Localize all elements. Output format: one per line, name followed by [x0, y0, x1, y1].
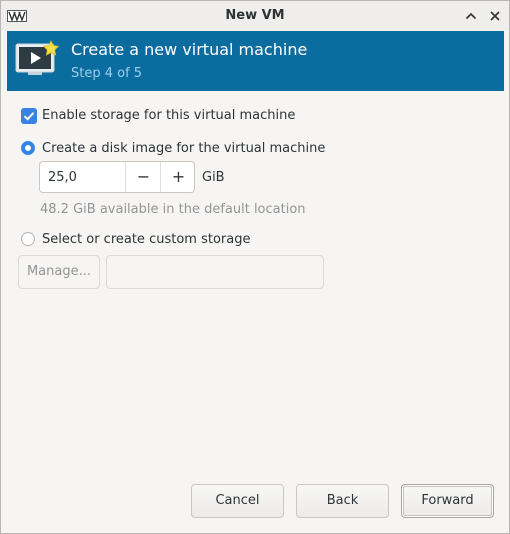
cancel-button[interactable]: Cancel [191, 484, 284, 518]
disk-image-label[interactable]: Create a disk image for the virtual mach… [42, 141, 325, 156]
disk-size-unit: GiB [202, 170, 225, 185]
available-space-hint: 48.2 GiB available in the default locati… [40, 202, 306, 217]
new-vm-icon [15, 40, 60, 75]
titlebar[interactable]: New VM [1, 1, 509, 31]
back-button[interactable]: Back [296, 484, 389, 518]
window-title: New VM [225, 8, 285, 23]
manage-button[interactable]: Manage... [18, 255, 100, 289]
custom-storage-label[interactable]: Select or create custom storage [42, 232, 250, 247]
decrement-button[interactable]: − [125, 162, 161, 192]
checkmark-icon [23, 112, 35, 121]
enable-storage-checkbox[interactable] [21, 108, 37, 124]
wizard-header-banner: Create a new virtual machine Step 4 of 5 [7, 31, 504, 91]
forward-button[interactable]: Forward [401, 484, 494, 518]
new-vm-dialog: New VM Create a new virtual machine Step… [0, 0, 510, 534]
disk-size-input[interactable]: 25,0 [48, 170, 77, 185]
disk-image-radio[interactable] [21, 141, 35, 155]
disk-size-spinbutton[interactable]: 25,0 − + [39, 161, 195, 193]
custom-storage-radio[interactable] [21, 232, 35, 246]
wizard-title: Create a new virtual machine [71, 40, 308, 59]
custom-storage-path-input[interactable] [106, 255, 324, 289]
wizard-step-indicator: Step 4 of 5 [71, 66, 143, 81]
close-icon[interactable] [488, 9, 502, 23]
enable-storage-label[interactable]: Enable storage for this virtual machine [42, 108, 295, 123]
chevron-up-icon[interactable] [464, 9, 478, 23]
increment-button[interactable]: + [160, 162, 194, 192]
